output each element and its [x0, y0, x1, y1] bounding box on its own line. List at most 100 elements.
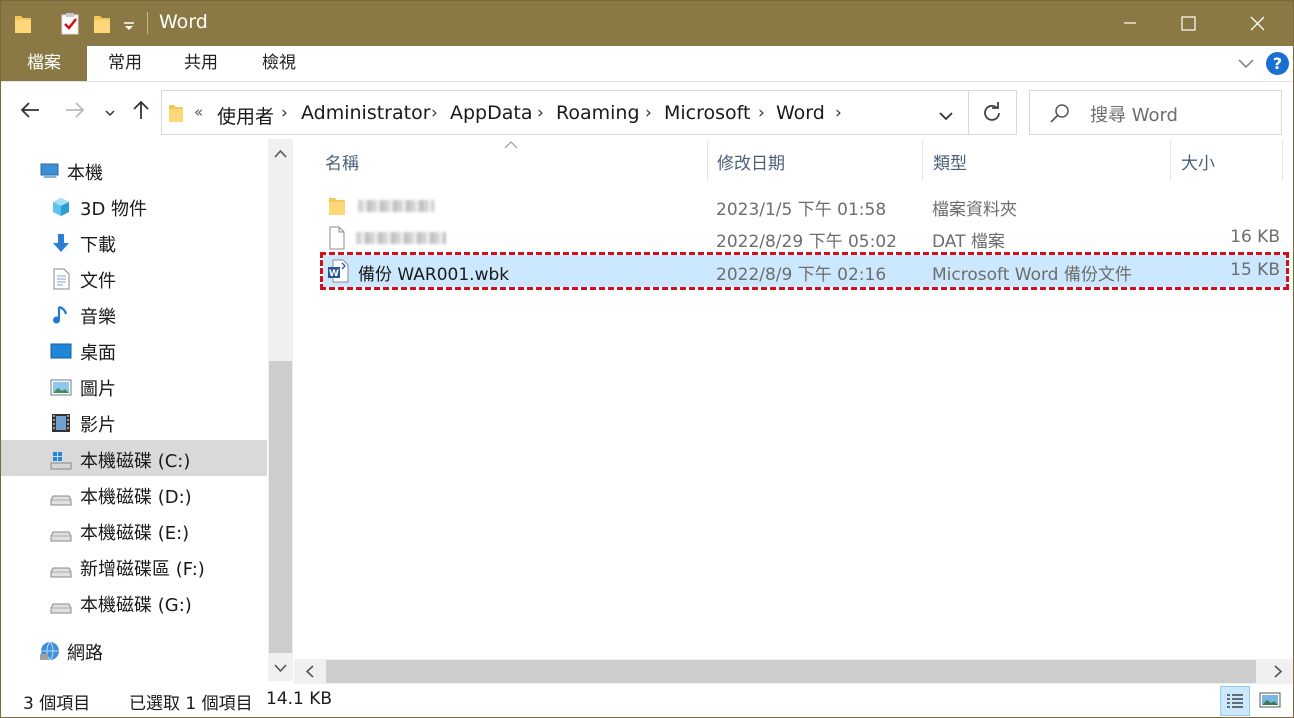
breadcrumb-chevron-icon[interactable]: › [758, 103, 765, 123]
drive-icon [50, 603, 72, 614]
column-divider[interactable] [1170, 141, 1171, 181]
sidebar-scrollbar[interactable] [268, 139, 293, 681]
blurred-file-name [356, 232, 446, 244]
breadcrumb-appdata[interactable]: AppData [450, 102, 533, 124]
breadcrumb-microsoft[interactable]: Microsoft [664, 102, 750, 124]
hidden-path-indicator[interactable]: « [194, 103, 203, 121]
sidebar-item-pictures[interactable]: 圖片 [1, 368, 267, 404]
document-icon [53, 268, 70, 290]
sidebar-scrollbar-thumb[interactable] [269, 361, 292, 653]
scroll-left-arrow-icon[interactable] [305, 665, 315, 678]
film-icon [52, 414, 70, 432]
sidebar-item-network[interactable]: 網路 [1, 632, 267, 668]
file-modified: 2023/1/5 下午 01:58 [716, 200, 887, 220]
column-divider[interactable] [922, 141, 923, 181]
details-view-button[interactable] [1220, 686, 1250, 716]
file-row[interactable]: 2022/8/29 下午 05:02 DAT 檔案 16 KB [324, 224, 1286, 252]
sidebar-item-drive-c[interactable]: 本機磁碟 (C:) [1, 440, 267, 476]
breadcrumb-chevron-icon[interactable]: › [835, 103, 842, 123]
sidebar-item-label: 本機磁碟 (C:) [80, 451, 191, 472]
sort-ascending-icon [504, 141, 518, 149]
scroll-down-arrow-icon[interactable] [274, 663, 287, 673]
tab-file[interactable]: 檔案 [1, 46, 87, 81]
back-arrow-icon[interactable] [18, 98, 42, 126]
customize-toolbar-chevron-icon[interactable] [123, 18, 135, 37]
refresh-button[interactable] [969, 90, 1017, 135]
column-header-modified[interactable]: 修改日期 [717, 149, 785, 174]
sidebar-item-downloads[interactable]: 下載 [1, 224, 267, 260]
search-icon [1049, 102, 1071, 128]
new-folder-icon[interactable] [93, 13, 111, 39]
close-button[interactable] [1224, 1, 1290, 46]
file-modified: 2022/8/29 下午 05:02 [716, 232, 897, 252]
breadcrumb-roaming[interactable]: Roaming [556, 102, 640, 124]
search-box[interactable]: 搜尋 Word [1029, 90, 1282, 135]
search-input[interactable]: 搜尋 Word [1090, 101, 1178, 127]
file-list-horizontal-scrollbar[interactable] [294, 659, 1293, 684]
sidebar-item-documents[interactable]: 文件 [1, 260, 267, 296]
column-divider[interactable] [1282, 141, 1283, 181]
recent-locations-chevron-icon[interactable] [104, 104, 116, 123]
system-drive-icon [50, 452, 72, 470]
sidebar-item-drive-d[interactable]: 本機磁碟 (D:) [1, 476, 267, 512]
breadcrumb-word[interactable]: Word [776, 102, 825, 124]
horizontal-scrollbar-thumb[interactable] [326, 660, 1256, 683]
title-bar: Word [1, 1, 1293, 46]
address-bar[interactable]: « 使用者 › Administrator › AppData › Roamin… [161, 90, 969, 135]
sidebar-item-label: 本機磁碟 (D:) [80, 487, 192, 508]
refresh-icon [984, 102, 1000, 121]
folder-icon [14, 13, 32, 39]
breadcrumb-chevron-icon[interactable]: › [645, 103, 652, 123]
navigation-pane: 本機 3D 物件 下載 文件 音樂 桌面 圖片 影片 本機磁碟 (C:) 本機磁… [1, 139, 267, 681]
breadcrumb-chevron-icon[interactable]: › [537, 103, 544, 123]
sidebar-item-videos[interactable]: 影片 [1, 404, 267, 440]
column-divider[interactable] [707, 141, 708, 181]
sidebar-item-drive-e[interactable]: 本機磁碟 (E:) [1, 512, 267, 548]
up-arrow-icon[interactable] [129, 98, 153, 126]
blurred-file-name [358, 200, 434, 212]
file-row[interactable]: 2023/1/5 下午 01:58 檔案資料夾 [324, 192, 1286, 220]
breadcrumb-administrator[interactable]: Administrator [301, 102, 431, 124]
tab-share[interactable]: 共用 [169, 46, 233, 81]
breadcrumb-users[interactable]: 使用者 [217, 102, 274, 129]
tab-view[interactable]: 檢視 [247, 46, 311, 81]
help-button[interactable]: ? [1266, 52, 1289, 75]
sidebar-item-label: 3D 物件 [80, 199, 148, 220]
breadcrumb-chevron-icon[interactable]: › [281, 103, 288, 123]
sidebar-item-label: 文件 [80, 271, 116, 292]
file-type: DAT 檔案 [932, 232, 1005, 252]
title-separator [147, 12, 148, 34]
address-history-chevron-icon[interactable] [938, 107, 954, 126]
sidebar-item-drive-f[interactable]: 新增磁碟區 (F:) [1, 548, 267, 584]
maximize-button[interactable] [1156, 1, 1222, 46]
scroll-up-arrow-icon[interactable] [274, 149, 287, 159]
sidebar-item-drive-g[interactable]: 本機磁碟 (G:) [1, 584, 267, 620]
tab-home[interactable]: 常用 [93, 46, 157, 81]
sidebar-item-label: 本機磁碟 (G:) [80, 595, 192, 616]
music-note-icon [53, 305, 68, 324]
column-header-type[interactable]: 類型 [933, 149, 967, 174]
minimize-button[interactable] [1097, 1, 1163, 46]
sidebar-item-3d-objects[interactable]: 3D 物件 [1, 188, 267, 224]
sidebar-item-this-pc[interactable]: 本機 [1, 152, 267, 188]
large-icons-view-button[interactable] [1256, 686, 1286, 716]
scroll-right-arrow-icon[interactable] [1273, 665, 1283, 678]
expand-ribbon-chevron-icon[interactable] [1237, 54, 1255, 76]
sidebar-item-label: 下載 [80, 235, 116, 256]
folder-icon [329, 198, 345, 215]
file-row-selected[interactable]: W 備份 WAR001.wbk 2022/8/9 下午 02:16 Micros… [320, 252, 1289, 290]
sidebar-item-label: 網路 [67, 643, 103, 664]
sidebar-item-label: 新增磁碟區 (F:) [80, 559, 205, 580]
sidebar-item-label: 影片 [80, 415, 116, 436]
forward-arrow-icon[interactable] [63, 98, 87, 126]
window-title: Word [159, 11, 208, 33]
column-header-size[interactable]: 大小 [1181, 149, 1215, 174]
navigation-bar: « 使用者 › Administrator › AppData › Roamin… [1, 82, 1293, 139]
large-icons-view-icon [1259, 692, 1281, 708]
breadcrumb-chevron-icon[interactable]: › [431, 103, 438, 123]
sidebar-item-music[interactable]: 音樂 [1, 296, 267, 332]
properties-icon[interactable] [59, 12, 81, 40]
desktop-icon [50, 343, 72, 359]
sidebar-item-desktop[interactable]: 桌面 [1, 332, 267, 368]
column-header-name[interactable]: 名稱 [325, 149, 359, 174]
